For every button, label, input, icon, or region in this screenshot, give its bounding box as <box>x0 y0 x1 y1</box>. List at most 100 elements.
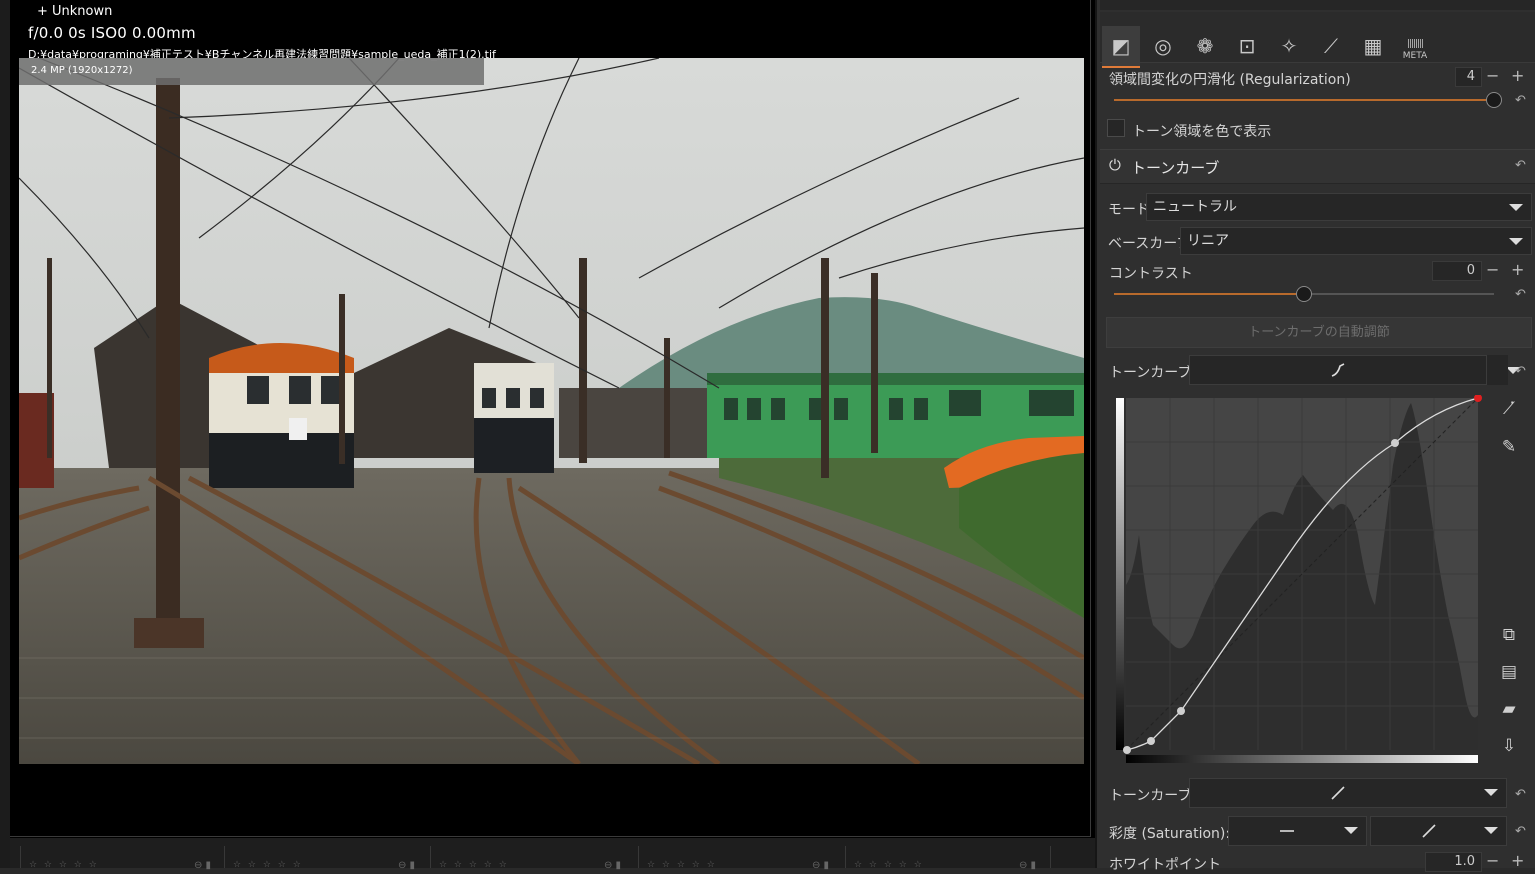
trash-icon[interactable]: ⊖ ▮ <box>812 860 829 871</box>
color-circles-icon: ❁ <box>1196 34 1214 58</box>
decrement-button[interactable]: − <box>1486 851 1499 870</box>
increment-button[interactable]: + <box>1511 260 1524 279</box>
thumbnail-cell[interactable]: ☆ ☆ ☆ ☆ ☆ ⊖ ▮ <box>430 846 631 871</box>
panel-top-strip <box>1100 0 1535 10</box>
image-name: + Unknown <box>37 4 113 19</box>
detail-tab[interactable]: ◎ <box>1144 26 1182 66</box>
exif-info: f/0.0 0s ISO0 0.00mm <box>28 24 196 42</box>
rating-stars[interactable]: ☆ ☆ ☆ ☆ ☆ <box>854 860 924 870</box>
saturation-label: 彩度 (Saturation): <box>1109 826 1231 842</box>
rating-stars[interactable]: ☆ ☆ ☆ ☆ ☆ <box>233 860 303 870</box>
reset-icon[interactable]: ↶ <box>1515 158 1526 173</box>
white-point-value[interactable]: 1.0 <box>1425 852 1482 872</box>
curve2-type-dropdown[interactable] <box>1189 778 1507 808</box>
reset-icon[interactable]: ↶ <box>1515 287 1526 302</box>
mode-dropdown[interactable]: ニュートラル <box>1146 193 1532 221</box>
contrast-slider-knob[interactable] <box>1296 286 1312 302</box>
trash-icon[interactable]: ⊖ ▮ <box>194 860 211 871</box>
metadata-tab[interactable]: |||||||| META <box>1396 26 1434 66</box>
reset-icon[interactable]: ↶ <box>1515 364 1526 379</box>
raw-checker-icon: ▦ <box>1363 34 1383 58</box>
show-regions-checkbox[interactable] <box>1107 119 1125 137</box>
chevron-down-icon <box>1509 238 1523 245</box>
effects-tab[interactable]: ✧ <box>1270 26 1308 66</box>
trash-icon[interactable]: ⊖ ▮ <box>398 860 415 871</box>
contrast-slider-fill <box>1114 293 1304 295</box>
transform-icon: ⟋ <box>1324 34 1338 58</box>
contrast-label: コントラスト <box>1109 266 1193 282</box>
show-regions-label: トーン領域を色で表示 <box>1132 124 1272 140</box>
edit-points-icon[interactable]: ⟋̇ <box>1496 399 1522 419</box>
tone-curve-editor[interactable] <box>1113 395 1485 767</box>
vertical-gradient-bar <box>1116 398 1124 750</box>
reset-icon[interactable]: ↶ <box>1515 824 1526 839</box>
rating-stars[interactable]: ☆ ☆ ☆ ☆ ☆ <box>439 860 509 870</box>
transform-tab[interactable]: ⟋ <box>1312 26 1350 66</box>
horizontal-gradient-bar <box>1126 755 1478 763</box>
thumbnail-cell[interactable]: ☆ ☆ ☆ ☆ ☆ ⊖ ▮ <box>845 846 1046 871</box>
rating-stars[interactable]: ☆ ☆ ☆ ☆ ☆ <box>647 860 717 870</box>
left-edge-strip <box>0 0 10 868</box>
auto-tone-curve-button[interactable]: トーンカーブの自動調節 <box>1106 317 1532 348</box>
picker-icon[interactable]: ✎ <box>1496 437 1522 457</box>
rating-stars[interactable]: ☆ ☆ ☆ ☆ ☆ <box>29 860 99 870</box>
regularization-label: 領域間変化の円滑化 (Regularization) <box>1109 72 1351 88</box>
exposure-tab[interactable]: ◩ <box>1102 26 1140 68</box>
power-icon[interactable]: ⏻ <box>1109 156 1121 174</box>
trash-icon[interactable]: ⊖ ▮ <box>604 860 621 871</box>
filmstrip: ☆ ☆ ☆ ☆ ☆ ⊖ ▮ ☆ ☆ ☆ ☆ ☆ ⊖ ▮ ☆ ☆ ☆ ☆ ☆ ⊖ ▮ ☆… <box>10 838 1095 871</box>
curve-point <box>1177 707 1185 715</box>
decrement-button[interactable]: − <box>1486 66 1499 85</box>
preview-image[interactable] <box>19 58 1084 764</box>
regularization-value[interactable]: 4 <box>1455 67 1482 87</box>
curve1-type-dropdown[interactable] <box>1189 355 1520 385</box>
metadata-icon: |||||||| <box>1406 39 1424 49</box>
white-point-label: ホワイトポイント <box>1109 857 1221 873</box>
curve1-menu-button[interactable] <box>1486 355 1508 385</box>
trash-icon[interactable]: ⊖ ▮ <box>1019 860 1036 871</box>
chevron-down-icon <box>1344 827 1358 834</box>
chevron-down-icon <box>1484 789 1498 796</box>
curve-point <box>1391 439 1399 447</box>
exposure-icon: ◩ <box>1111 34 1131 58</box>
tone-curve-title: トーンカーブ <box>1131 159 1220 177</box>
advanced-icon: ⊡ <box>1238 34 1256 58</box>
detail-icon: ◎ <box>1154 34 1172 58</box>
linear-curve-icon <box>1422 824 1436 838</box>
regularization-slider-knob[interactable] <box>1486 92 1502 108</box>
paste-icon[interactable]: ▤ <box>1496 662 1522 682</box>
reset-icon[interactable]: ↶ <box>1515 787 1526 802</box>
tool-tabs: ◩ ◎ ❁ ⊡ ✧ ⟋ ▦ |||||||| META <box>1100 12 1535 68</box>
contrast-value[interactable]: 0 <box>1432 261 1482 281</box>
metadata-label: META <box>1402 51 1428 61</box>
base-curve-dropdown[interactable]: リニア <box>1180 227 1532 255</box>
curve-point <box>1123 746 1131 754</box>
saturation-curve-dropdown[interactable] <box>1370 816 1507 846</box>
regularization-slider-fill <box>1114 99 1494 101</box>
decrement-button[interactable]: − <box>1486 260 1499 279</box>
thumbnail-cell[interactable] <box>1050 846 1095 868</box>
mode-value: ニュートラル <box>1153 199 1237 215</box>
saturation-mode-dropdown[interactable] <box>1228 816 1367 846</box>
advanced-tab[interactable]: ⊡ <box>1228 26 1266 66</box>
magic-wand-icon: ✧ <box>1280 34 1298 58</box>
save-icon[interactable]: ⇩ <box>1496 736 1522 756</box>
thumbnail-cell[interactable]: ☆ ☆ ☆ ☆ ☆ ⊖ ▮ <box>20 846 221 871</box>
curve-point <box>1147 737 1155 745</box>
thumbnail-cell[interactable]: ☆ ☆ ☆ ☆ ☆ ⊖ ▮ <box>638 846 839 871</box>
custom-curve-icon <box>1331 363 1345 377</box>
color-tab[interactable]: ❁ <box>1186 26 1224 66</box>
thumbnail-cell[interactable]: ☆ ☆ ☆ ☆ ☆ ⊖ ▮ <box>224 846 425 871</box>
copy-icon[interactable]: ⧉ <box>1496 625 1522 645</box>
chevron-down-icon <box>1509 204 1523 211</box>
megapixel-info: 2.4 MP (1920x1272) <box>31 65 133 76</box>
folder-icon[interactable]: ▰ <box>1496 699 1522 719</box>
flat-curve-icon <box>1280 830 1294 832</box>
raw-tab[interactable]: ▦ <box>1354 26 1392 66</box>
linear-curve-icon <box>1331 786 1345 800</box>
base-curve-value: リニア <box>1187 233 1229 249</box>
increment-button[interactable]: + <box>1511 851 1524 870</box>
increment-button[interactable]: + <box>1511 66 1524 85</box>
reset-icon[interactable]: ↶ <box>1515 93 1526 108</box>
chevron-down-icon <box>1484 827 1498 834</box>
